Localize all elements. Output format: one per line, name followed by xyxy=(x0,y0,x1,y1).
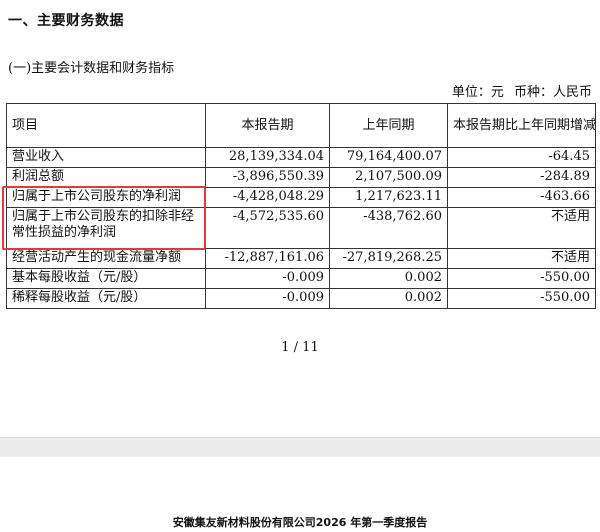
current-value: -12,887,161.06 xyxy=(205,248,330,269)
table-row: 利润总额 -3,896,550.39 2,107,500.09 -284.89 xyxy=(6,167,596,188)
table-row: 稀释每股收益（元/股） -0.009 0.002 -550.00 xyxy=(6,288,596,309)
change-value: -284.89 xyxy=(447,167,596,188)
currency-label: 币种：人民币 xyxy=(513,85,592,100)
row-label: 营业收入 xyxy=(6,147,206,168)
row-label: 经营活动产生的现金流量净额 xyxy=(6,248,206,269)
table-row: 归属于上市公司股东的净利润 -4,428,048.29 1,217,623.11… xyxy=(6,187,596,208)
header-prior-period: 上年同期 xyxy=(329,103,448,148)
prior-value: -27,819,268.25 xyxy=(329,248,448,269)
unit-label: 单位：元 xyxy=(451,85,504,100)
change-value: -550.00 xyxy=(447,288,596,309)
header-item: 项目 xyxy=(6,103,206,148)
unit-line: 单位：元 币种：人民币 xyxy=(446,81,592,100)
current-value: -0.009 xyxy=(205,288,330,309)
change-value: -550.00 xyxy=(447,268,596,289)
subsection-title: (一)主要会计数据和财务指标 xyxy=(8,61,175,76)
row-label: 利润总额 xyxy=(6,167,206,188)
row-label: 基本每股收益（元/股） xyxy=(6,268,206,289)
prior-value: 1,217,623.11 xyxy=(329,187,448,208)
prior-value: 79,164,400.07 xyxy=(329,147,448,168)
current-value: -4,572,535.60 xyxy=(205,207,330,249)
table-row: 营业收入 28,139,334.04 79,164,400.07 -64.45 xyxy=(6,147,596,168)
change-value: 不适用 xyxy=(447,248,596,269)
report-footer-title: 安徽集友新材料股份有限公司2026 年第一季度报告 xyxy=(172,516,428,529)
page-indicator: 1 / 11 xyxy=(281,340,319,355)
table-row: 归属于上市公司股东的扣除非经常性损益的净利润 -4,572,535.60 -43… xyxy=(6,207,596,249)
row-label: 稀释每股收益（元/股） xyxy=(6,288,206,309)
change-value: 不适用 xyxy=(447,207,596,249)
row-label: 归属于上市公司股东的净利润 xyxy=(6,187,206,208)
financial-data-table: 项目 本报告期 上年同期 本报告期比上年同期增减变动幅度(%) 营业收入 28,… xyxy=(6,103,596,309)
report-page: 一、主要财务数据 (一)主要会计数据和财务指标 单位：元 币种：人民币 项目 本… xyxy=(0,0,600,437)
current-value: 28,139,334.04 xyxy=(205,147,330,168)
table-row: 基本每股收益（元/股） -0.009 0.002 -550.00 xyxy=(6,268,596,289)
page-separator xyxy=(0,437,600,458)
current-value: -4,428,048.29 xyxy=(205,187,330,208)
change-value: -463.66 xyxy=(447,187,596,208)
table-header-row: 项目 本报告期 上年同期 本报告期比上年同期增减变动幅度(%) xyxy=(6,103,596,148)
prior-value: 0.002 xyxy=(329,288,448,309)
section-title: 一、主要财务数据 xyxy=(8,13,124,29)
current-value: -3,896,550.39 xyxy=(205,167,330,188)
row-label: 归属于上市公司股东的扣除非经常性损益的净利润 xyxy=(6,207,206,249)
prior-value: 0.002 xyxy=(329,268,448,289)
header-current-period: 本报告期 xyxy=(205,103,330,148)
prior-value: -438,762.60 xyxy=(329,207,448,249)
current-value: -0.009 xyxy=(205,268,330,289)
table-row: 经营活动产生的现金流量净额 -12,887,161.06 -27,819,268… xyxy=(6,248,596,269)
change-value: -64.45 xyxy=(447,147,596,168)
prior-value: 2,107,500.09 xyxy=(329,167,448,188)
header-change-pct: 本报告期比上年同期增减变动幅度(%) xyxy=(447,103,596,148)
